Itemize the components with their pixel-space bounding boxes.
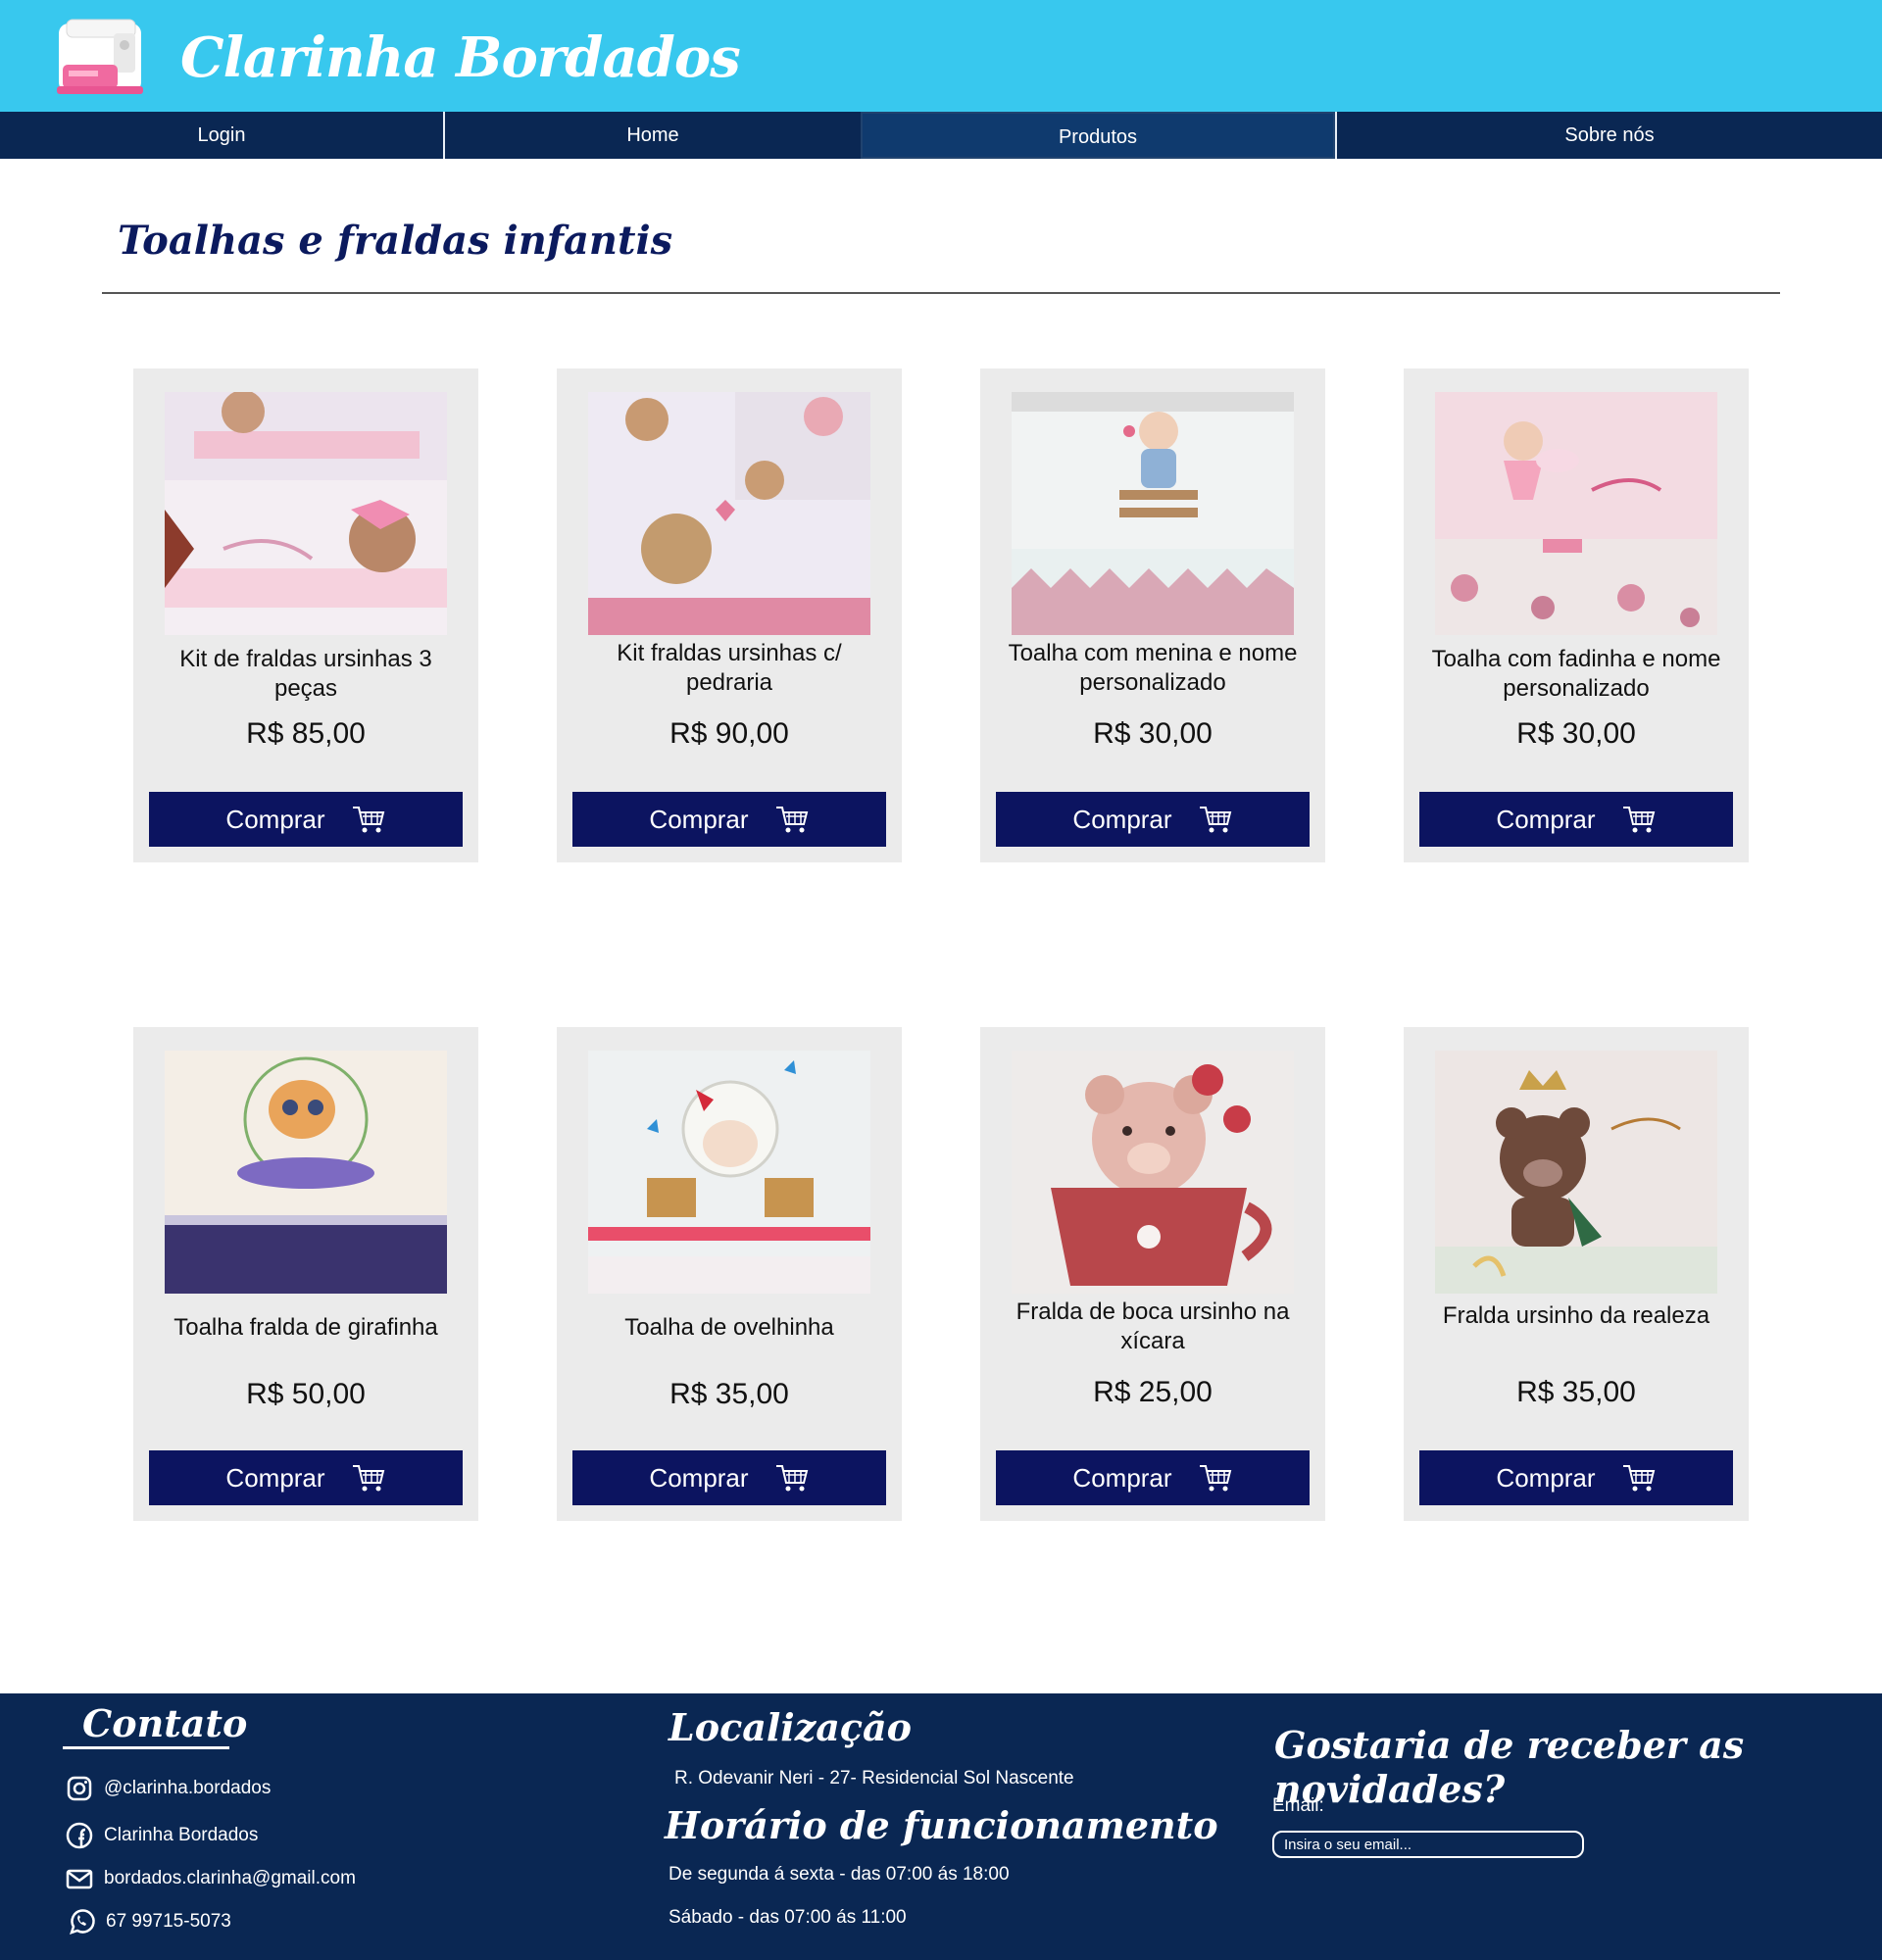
location-title: Localização — [669, 1705, 913, 1749]
cart-icon — [1199, 807, 1231, 833]
cart-icon — [1622, 807, 1655, 833]
product-name: Fralda ursinho da realeza — [1442, 1302, 1710, 1329]
phone-link[interactable]: 67 99715-5073 — [67, 1907, 231, 1936]
email-address: bordados.clarinha@gmail.com — [104, 1868, 356, 1888]
newsletter-email-input[interactable] — [1272, 1831, 1584, 1858]
buy-button[interactable]: Comprar — [996, 1450, 1310, 1505]
product-name: Fralda de boca ursinho na xícara — [1015, 1298, 1290, 1354]
buy-button-label: Comprar — [649, 804, 749, 834]
nav-produtos[interactable]: Produtos — [861, 112, 1335, 159]
facebook-name: Clarinha Bordados — [104, 1825, 259, 1845]
product-card: Toalha de ovelhinha R$ 35,00 Comprar — [557, 1027, 902, 1521]
product-price: R$ 35,00 — [1516, 1376, 1636, 1408]
product-price: R$ 30,00 — [1093, 717, 1213, 750]
buy-button[interactable]: Comprar — [1419, 1450, 1733, 1505]
product-price: R$ 35,00 — [669, 1378, 789, 1410]
product-price: R$ 25,00 — [1093, 1376, 1213, 1408]
title-divider — [102, 292, 1780, 294]
main-nav: Login Home Produtos Sobre nós — [0, 112, 1882, 159]
mail-icon — [66, 1869, 93, 1889]
buy-button-label: Comprar — [1072, 1462, 1172, 1493]
buy-button[interactable]: Comprar — [572, 792, 886, 847]
newsletter-email-label: Email: — [1272, 1795, 1324, 1816]
product-price: R$ 50,00 — [246, 1378, 366, 1410]
buy-button-label: Comprar — [649, 1462, 749, 1493]
buy-button-label: Comprar — [1496, 1462, 1596, 1493]
product-price: R$ 90,00 — [669, 717, 789, 750]
buy-button[interactable]: Comprar — [149, 792, 463, 847]
buy-button[interactable]: Comprar — [1419, 792, 1733, 847]
phone-number: 67 99715-5073 — [106, 1911, 231, 1932]
product-image[interactable] — [165, 1051, 447, 1294]
cart-icon — [775, 1465, 808, 1492]
product-name: Toalha de ovelhinha — [624, 1314, 834, 1341]
nav-home[interactable]: Home — [443, 112, 861, 159]
cart-icon — [1199, 1465, 1231, 1492]
product-name: Toalha com menina e nome personalizado — [1008, 640, 1298, 696]
cart-icon — [775, 807, 808, 833]
buy-button-label: Comprar — [225, 1462, 325, 1493]
buy-button-label: Comprar — [1072, 804, 1172, 834]
product-name: Toalha fralda de girafinha — [173, 1314, 438, 1341]
instagram-icon — [67, 1776, 92, 1801]
whatsapp-icon — [70, 1909, 95, 1935]
product-name: Toalha com fadinha e nome personalizado — [1431, 646, 1721, 702]
product-card: Toalha com fadinha e nome personalizado … — [1404, 368, 1749, 862]
product-card: Kit de fraldas ursinhas 3 peças R$ 85,00… — [133, 368, 478, 862]
instagram-handle: @clarinha.bordados — [104, 1778, 272, 1798]
product-card: Fralda ursinho da realeza R$ 35,00 Compr… — [1404, 1027, 1749, 1521]
product-name: Kit de fraldas ursinhas 3 peças — [179, 646, 432, 702]
brand-title[interactable]: Clarinha Bordados — [180, 25, 741, 90]
product-image[interactable] — [588, 392, 870, 635]
product-image[interactable] — [165, 392, 447, 635]
hours-title: Horário de funcionamento — [665, 1803, 1218, 1847]
product-image[interactable] — [1012, 392, 1294, 635]
cart-icon — [1622, 1465, 1655, 1492]
nav-sobre-nos[interactable]: Sobre nós — [1335, 112, 1882, 159]
product-name: Kit fraldas ursinhas c/ pedraria — [617, 640, 842, 696]
product-image[interactable] — [1435, 1051, 1717, 1294]
product-price: R$ 30,00 — [1516, 717, 1636, 750]
cart-icon — [352, 1465, 384, 1492]
page-title: Toalhas e fraldas infantis — [118, 218, 673, 264]
sewing-machine-logo[interactable] — [49, 14, 151, 98]
hours-weekdays: De segunda á sexta - das 07:00 ás 18:00 — [669, 1864, 1010, 1885]
buy-button-label: Comprar — [225, 804, 325, 834]
buy-button-label: Comprar — [1496, 804, 1596, 834]
product-image[interactable] — [588, 1051, 870, 1294]
facebook-icon — [66, 1822, 93, 1849]
email-link[interactable]: bordados.clarinha@gmail.com — [65, 1864, 356, 1893]
product-image[interactable] — [1012, 1051, 1294, 1294]
nav-login[interactable]: Login — [0, 112, 443, 159]
product-card: Kit fraldas ursinhas c/ pedraria R$ 90,0… — [557, 368, 902, 862]
product-card: Toalha com menina e nome personalizado R… — [980, 368, 1325, 862]
top-header: Clarinha Bordados — [0, 0, 1882, 112]
product-price: R$ 85,00 — [246, 717, 366, 750]
contact-title: Contato — [82, 1701, 248, 1745]
facebook-link[interactable]: Clarinha Bordados — [65, 1821, 258, 1850]
buy-button[interactable]: Comprar — [149, 1450, 463, 1505]
address-text: R. Odevanir Neri - 27- Residencial Sol N… — [674, 1768, 1074, 1788]
newsletter-title: Gostaria de receber as novidades? — [1274, 1723, 1745, 1811]
instagram-link[interactable]: @clarinha.bordados — [65, 1774, 271, 1803]
buy-button[interactable]: Comprar — [572, 1450, 886, 1505]
product-image[interactable] — [1435, 392, 1717, 635]
product-card: Fralda de boca ursinho na xícara R$ 25,0… — [980, 1027, 1325, 1521]
buy-button[interactable]: Comprar — [996, 792, 1310, 847]
cart-icon — [352, 807, 384, 833]
product-card: Toalha fralda de girafinha R$ 50,00 Comp… — [133, 1027, 478, 1521]
hours-saturday: Sábado - das 07:00 ás 11:00 — [669, 1907, 907, 1928]
contact-title-underline — [63, 1746, 229, 1749]
